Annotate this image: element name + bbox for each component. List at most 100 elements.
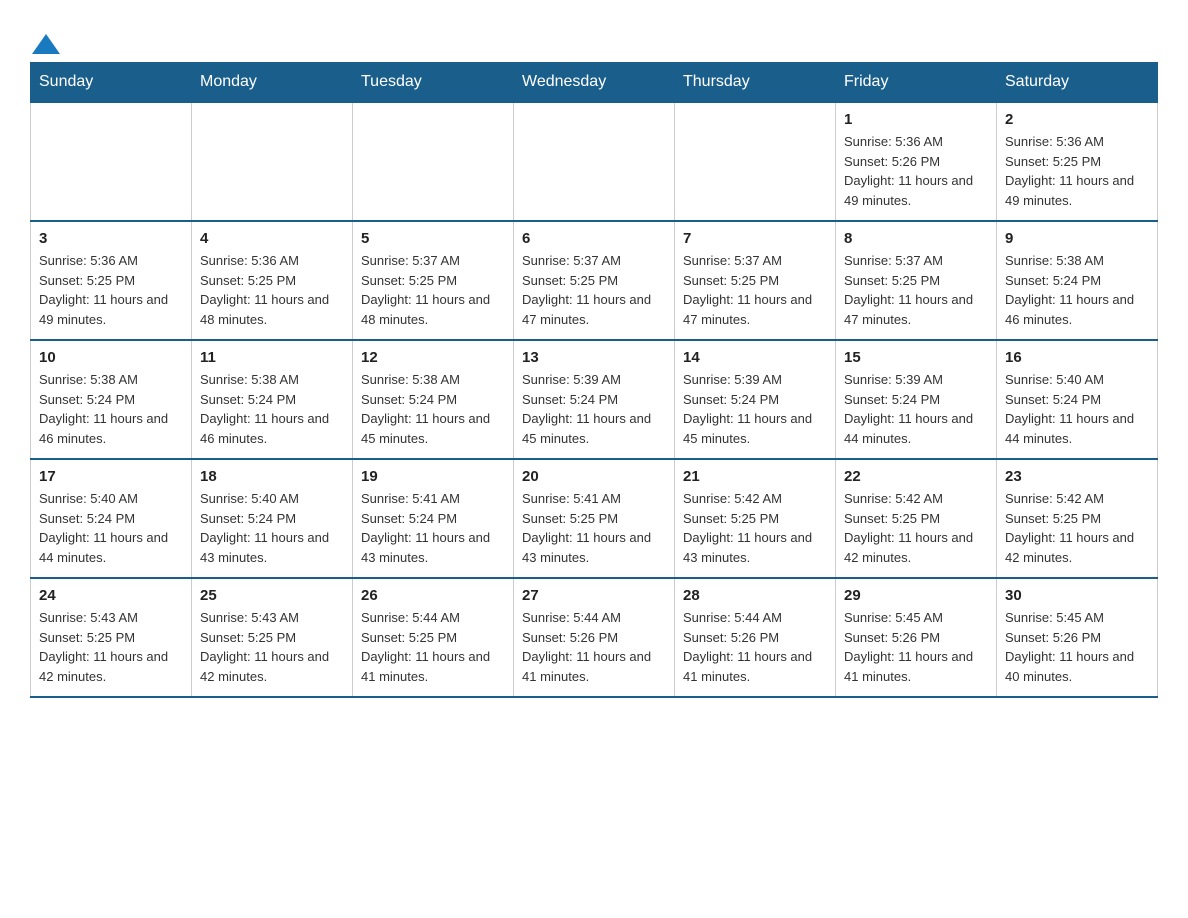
calendar-cell: 30 Sunrise: 5:45 AMSunset: 5:26 PMDayligh… [997, 578, 1158, 697]
calendar-table: SundayMondayTuesdayWednesdayThursdayFrid… [30, 62, 1158, 698]
calendar-cell: 22 Sunrise: 5:42 AMSunset: 5:25 PMDayligh… [836, 459, 997, 578]
day-info: Sunrise: 5:45 AMSunset: 5:26 PMDaylight:… [1005, 608, 1149, 686]
page-header [30, 20, 1158, 52]
day-number: 29 [844, 587, 988, 604]
calendar-cell: 3 Sunrise: 5:36 AMSunset: 5:25 PMDaylight… [31, 221, 192, 340]
day-number: 27 [522, 587, 666, 604]
day-number: 1 [844, 111, 988, 128]
calendar-cell: 27Sunrise: 5:44 AMSunset: 5:26 PMDayligh… [514, 578, 675, 697]
calendar-week-1: 1 Sunrise: 5:36 AMSunset: 5:26 PMDaylight… [31, 102, 1158, 221]
day-number: 15 [844, 349, 988, 366]
calendar-cell: 8 Sunrise: 5:37 AMSunset: 5:25 PMDaylight… [836, 221, 997, 340]
day-number: 13 [522, 349, 666, 366]
calendar-week-5: 24Sunrise: 5:43 AMSunset: 5:25 PMDayligh… [31, 578, 1158, 697]
day-number: 10 [39, 349, 183, 366]
calendar-cell: 1 Sunrise: 5:36 AMSunset: 5:26 PMDaylight… [836, 102, 997, 221]
day-info: Sunrise: 5:44 AMSunset: 5:26 PMDaylight:… [683, 608, 827, 686]
calendar-cell: 7Sunrise: 5:37 AMSunset: 5:25 PMDaylight… [675, 221, 836, 340]
calendar-cell: 16Sunrise: 5:40 AMSunset: 5:24 PMDayligh… [997, 340, 1158, 459]
day-info: Sunrise: 5:38 AMSunset: 5:24 PMDaylight:… [200, 370, 344, 448]
calendar-cell: 6Sunrise: 5:37 AMSunset: 5:25 PMDaylight… [514, 221, 675, 340]
day-info: Sunrise: 5:41 AMSunset: 5:24 PMDaylight:… [361, 489, 505, 567]
calendar-cell: 10 Sunrise: 5:38 AMSunset: 5:24 PMDayligh… [31, 340, 192, 459]
day-number: 23 [1005, 468, 1149, 485]
logo-icon [32, 32, 60, 56]
day-info: Sunrise: 5:36 AMSunset: 5:26 PMDaylight:… [844, 132, 988, 210]
day-number: 12 [361, 349, 505, 366]
day-info: Sunrise: 5:44 AMSunset: 5:25 PMDaylight:… [361, 608, 505, 686]
day-number: 8 [844, 230, 988, 247]
day-info: Sunrise: 5:42 AMSunset: 5:25 PMDaylight:… [844, 489, 988, 567]
day-info: Sunrise: 5:36 AMSunset: 5:25 PMDaylight:… [39, 251, 183, 329]
weekday-header-monday: Monday [192, 63, 353, 103]
day-info: Sunrise: 5:37 AMSunset: 5:25 PMDaylight:… [844, 251, 988, 329]
day-info: Sunrise: 5:39 AMSunset: 5:24 PMDaylight:… [522, 370, 666, 448]
calendar-week-4: 17 Sunrise: 5:40 AMSunset: 5:24 PMDayligh… [31, 459, 1158, 578]
day-number: 4 [200, 230, 344, 247]
day-number: 3 [39, 230, 183, 247]
day-info: Sunrise: 5:38 AMSunset: 5:24 PMDaylight:… [1005, 251, 1149, 329]
day-info: Sunrise: 5:37 AMSunset: 5:25 PMDaylight:… [522, 251, 666, 329]
day-info: Sunrise: 5:38 AMSunset: 5:24 PMDaylight:… [39, 370, 183, 448]
day-number: 5 [361, 230, 505, 247]
day-number: 18 [200, 468, 344, 485]
weekday-header-wednesday: Wednesday [514, 63, 675, 103]
calendar-week-2: 3 Sunrise: 5:36 AMSunset: 5:25 PMDaylight… [31, 221, 1158, 340]
calendar-cell: 25 Sunrise: 5:43 AMSunset: 5:25 PMDayligh… [192, 578, 353, 697]
calendar-cell: 15 Sunrise: 5:39 AMSunset: 5:24 PMDayligh… [836, 340, 997, 459]
day-number: 14 [683, 349, 827, 366]
day-info: Sunrise: 5:40 AMSunset: 5:24 PMDaylight:… [200, 489, 344, 567]
day-number: 28 [683, 587, 827, 604]
calendar-cell: 26 Sunrise: 5:44 AMSunset: 5:25 PMDayligh… [353, 578, 514, 697]
day-info: Sunrise: 5:39 AMSunset: 5:24 PMDaylight:… [844, 370, 988, 448]
day-info: Sunrise: 5:42 AMSunset: 5:25 PMDaylight:… [683, 489, 827, 567]
day-number: 21 [683, 468, 827, 485]
calendar-cell: 13 Sunrise: 5:39 AMSunset: 5:24 PMDayligh… [514, 340, 675, 459]
day-number: 20 [522, 468, 666, 485]
day-info: Sunrise: 5:37 AMSunset: 5:25 PMDaylight:… [361, 251, 505, 329]
day-info: Sunrise: 5:43 AMSunset: 5:25 PMDaylight:… [200, 608, 344, 686]
calendar-cell: 14 Sunrise: 5:39 AMSunset: 5:24 PMDayligh… [675, 340, 836, 459]
day-info: Sunrise: 5:40 AMSunset: 5:24 PMDaylight:… [1005, 370, 1149, 448]
day-info: Sunrise: 5:36 AMSunset: 5:25 PMDaylight:… [200, 251, 344, 329]
weekday-header-saturday: Saturday [997, 63, 1158, 103]
day-info: Sunrise: 5:39 AMSunset: 5:24 PMDaylight:… [683, 370, 827, 448]
day-number: 22 [844, 468, 988, 485]
day-info: Sunrise: 5:42 AMSunset: 5:25 PMDaylight:… [1005, 489, 1149, 567]
logo [30, 30, 60, 52]
calendar-cell: 20 Sunrise: 5:41 AMSunset: 5:25 PMDayligh… [514, 459, 675, 578]
calendar-cell [353, 102, 514, 221]
calendar-cell [675, 102, 836, 221]
weekday-header-sunday: Sunday [31, 63, 192, 103]
calendar-cell [192, 102, 353, 221]
day-info: Sunrise: 5:45 AMSunset: 5:26 PMDaylight:… [844, 608, 988, 686]
day-info: Sunrise: 5:36 AMSunset: 5:25 PMDaylight:… [1005, 132, 1149, 210]
day-number: 17 [39, 468, 183, 485]
day-number: 30 [1005, 587, 1149, 604]
calendar-cell [31, 102, 192, 221]
calendar-cell: 12 Sunrise: 5:38 AMSunset: 5:24 PMDayligh… [353, 340, 514, 459]
calendar-cell: 2Sunrise: 5:36 AMSunset: 5:25 PMDaylight… [997, 102, 1158, 221]
weekday-header-thursday: Thursday [675, 63, 836, 103]
day-number: 19 [361, 468, 505, 485]
calendar-cell: 5 Sunrise: 5:37 AMSunset: 5:25 PMDaylight… [353, 221, 514, 340]
day-info: Sunrise: 5:38 AMSunset: 5:24 PMDaylight:… [361, 370, 505, 448]
calendar-cell: 24Sunrise: 5:43 AMSunset: 5:25 PMDayligh… [31, 578, 192, 697]
calendar-cell: 9 Sunrise: 5:38 AMSunset: 5:24 PMDaylight… [997, 221, 1158, 340]
day-number: 25 [200, 587, 344, 604]
calendar-week-3: 10 Sunrise: 5:38 AMSunset: 5:24 PMDayligh… [31, 340, 1158, 459]
day-info: Sunrise: 5:41 AMSunset: 5:25 PMDaylight:… [522, 489, 666, 567]
calendar-cell: 18 Sunrise: 5:40 AMSunset: 5:24 PMDayligh… [192, 459, 353, 578]
calendar-header-row: SundayMondayTuesdayWednesdayThursdayFrid… [31, 63, 1158, 103]
day-number: 26 [361, 587, 505, 604]
calendar-cell: 19 Sunrise: 5:41 AMSunset: 5:24 PMDayligh… [353, 459, 514, 578]
day-info: Sunrise: 5:40 AMSunset: 5:24 PMDaylight:… [39, 489, 183, 567]
day-info: Sunrise: 5:37 AMSunset: 5:25 PMDaylight:… [683, 251, 827, 329]
weekday-header-tuesday: Tuesday [353, 63, 514, 103]
calendar-cell: 21 Sunrise: 5:42 AMSunset: 5:25 PMDayligh… [675, 459, 836, 578]
weekday-header-friday: Friday [836, 63, 997, 103]
calendar-cell [514, 102, 675, 221]
day-number: 9 [1005, 230, 1149, 247]
calendar-cell: 11Sunrise: 5:38 AMSunset: 5:24 PMDayligh… [192, 340, 353, 459]
calendar-cell: 17 Sunrise: 5:40 AMSunset: 5:24 PMDayligh… [31, 459, 192, 578]
